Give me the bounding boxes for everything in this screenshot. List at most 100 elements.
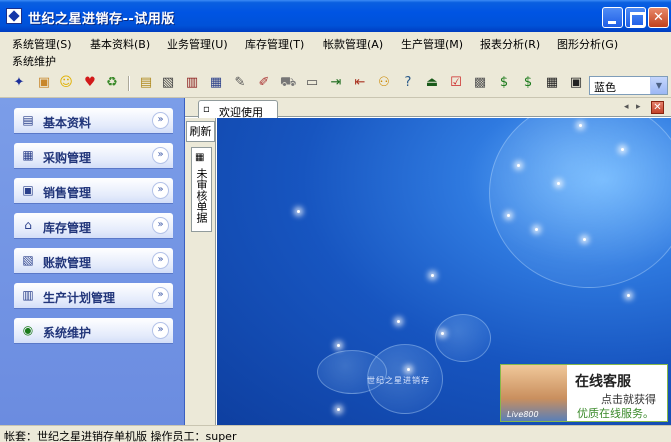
menu-report-analysis[interactable]: 报表分析(R) — [480, 36, 540, 52]
pencil-icon[interactable]: ✐ — [256, 75, 272, 91]
left-nav-panel: ▤ 基本资料 » ▦ 采购管理 » ▣ 销售管理 » ⌂ 库存管理 » ▧ 账款… — [0, 98, 185, 425]
minimize-button[interactable] — [602, 7, 623, 28]
nav-group-accounts[interactable]: ▧ 账款管理 » — [14, 248, 173, 273]
nav-group-production-plan[interactable]: ▥ 生产计划管理 » — [14, 283, 173, 308]
dollar-icon[interactable]: $ — [520, 75, 536, 91]
page-icon: ▫ — [203, 104, 210, 115]
service-brand: Live800 — [507, 410, 539, 419]
sparkle — [407, 368, 410, 371]
chevron-down-icon[interactable]: ▼ — [650, 77, 667, 94]
splash-logo: 世纪之星进销存 — [367, 376, 430, 385]
sparkle — [337, 408, 340, 411]
menu-inventory-management[interactable]: 库存管理(T) — [245, 36, 304, 52]
nav-group-label: 生产计划管理 — [43, 291, 116, 305]
decorative-bubble — [435, 314, 491, 362]
sparkle — [627, 294, 630, 297]
decorative-bubble — [489, 118, 671, 288]
grid-icon[interactable]: ▦ — [544, 75, 560, 91]
expand-icon[interactable]: » — [152, 217, 169, 234]
document-icon[interactable]: ▧ — [160, 75, 176, 91]
nav-group-label: 账款管理 — [43, 256, 92, 270]
menu-production-management[interactable]: 生产管理(M) — [401, 36, 463, 52]
nav-group-label: 库存管理 — [43, 221, 92, 235]
accounts-icon: ▧ — [22, 253, 34, 267]
toolbar: ✦ ▣ ☺ ♥ ♻ ▤ ▧ ▥ ▦ ✎ ✐ ⛟ ▭ ⇥ ⇤ ⚇ ? ⏏ ☑ ▩ … — [0, 68, 671, 98]
purchase-icon: ▦ — [22, 148, 34, 162]
expand-icon[interactable]: » — [152, 287, 169, 304]
menu-basic-data[interactable]: 基本资料(B) — [90, 36, 150, 52]
sparkle — [517, 164, 520, 167]
truck-icon[interactable]: ⛟ — [280, 75, 296, 91]
unreviewed-documents-tab[interactable]: ▦ 未审核单据 — [191, 147, 212, 232]
tab-scroll-left-icon[interactable]: ◂ — [624, 102, 629, 112]
nav-group-label: 销售管理 — [43, 186, 92, 200]
menu-accounts-management[interactable]: 帐款管理(A) — [323, 36, 383, 52]
warehouse-icon: ⌂ — [24, 218, 32, 232]
menu-system-maintenance[interactable]: 系统维护 — [12, 53, 56, 69]
expand-icon[interactable]: » — [152, 322, 169, 339]
expand-icon[interactable]: » — [152, 147, 169, 164]
nav-group-inventory[interactable]: ⌂ 库存管理 » — [14, 213, 173, 238]
service-title: 在线客服 — [575, 374, 631, 390]
notepad-icon[interactable]: ▤ — [138, 75, 154, 91]
nav-group-sales[interactable]: ▣ 销售管理 » — [14, 178, 173, 203]
nav-group-label: 采购管理 — [43, 151, 92, 165]
title-bar[interactable]: 世纪之星进销存--试用版 ✕ — [0, 0, 671, 32]
status-text: 帐套：世纪之星进销存单机版 操作员工：super — [4, 430, 237, 442]
printer-icon[interactable]: ▭ — [304, 75, 320, 91]
calculator-icon[interactable]: ▩ — [472, 75, 488, 91]
sparkle — [297, 210, 300, 213]
exit-icon[interactable]: ⏏ — [424, 75, 440, 91]
refresh-button[interactable]: 刷新 — [186, 121, 215, 142]
expand-icon[interactable]: » — [152, 182, 169, 199]
menu-bar: 系统管理(S) 基本资料(B) 业务管理(U) 库存管理(T) 帐款管理(A) … — [0, 32, 671, 68]
service-agent-photo: Live800 — [501, 365, 567, 421]
expand-icon[interactable]: » — [152, 252, 169, 269]
report-icon[interactable]: ▦ — [208, 75, 224, 91]
close-icon: ✕ — [653, 10, 664, 25]
sales-icon: ▣ — [22, 183, 34, 197]
tab-scroll-right-icon[interactable]: ▸ — [636, 102, 641, 112]
sparkle — [621, 148, 624, 151]
status-bar: 帐套：世纪之星进销存单机版 操作员工：super — [0, 425, 671, 442]
money-bag-icon[interactable]: $ — [496, 75, 512, 91]
menu-business-management[interactable]: 业务管理(U) — [167, 36, 228, 52]
online-service-widget[interactable]: Live800 在线客服 点击就获得 优质在线服务。 — [500, 364, 668, 422]
sparkle — [441, 332, 444, 335]
heart-icon[interactable]: ♥ — [82, 75, 98, 91]
unreviewed-documents-label: 未审核单据 — [195, 168, 208, 223]
maintenance-icon: ◉ — [22, 323, 34, 337]
tab-welcome[interactable]: ▫ 欢迎使用 — [198, 100, 278, 119]
nav-group-system-maintenance[interactable]: ◉ 系统维护 » — [14, 318, 173, 343]
sparkle — [431, 274, 434, 277]
check-icon[interactable]: ☑ — [448, 75, 464, 91]
menu-graph-analysis[interactable]: 图形分析(G) — [557, 36, 618, 52]
close-button[interactable]: ✕ — [648, 7, 669, 28]
nav-group-purchase[interactable]: ▦ 采购管理 » — [14, 143, 173, 168]
sparkle — [583, 238, 586, 241]
sparkle — [337, 344, 340, 347]
eagle-icon[interactable]: ✦ — [11, 75, 27, 91]
nav-group-basic-data[interactable]: ▤ 基本资料 » — [14, 108, 173, 133]
theme-select-value: 蓝色 — [594, 81, 616, 94]
help-icon[interactable]: ? — [400, 75, 416, 91]
edit-icon[interactable]: ✎ — [232, 75, 248, 91]
tab-close-button[interactable]: ✕ — [651, 101, 664, 114]
documents-icon: ▦ — [195, 152, 205, 163]
maximize-button[interactable] — [625, 7, 646, 28]
box-icon[interactable]: ▣ — [36, 75, 52, 91]
app-icon[interactable] — [6, 8, 22, 24]
nav-group-label: 系统维护 — [43, 326, 92, 340]
smiley-icon[interactable]: ☺ — [58, 75, 74, 91]
recycle-icon[interactable]: ♻ — [104, 75, 120, 91]
export-icon[interactable]: ⇤ — [352, 75, 368, 91]
theme-select[interactable]: 蓝色 ▼ — [589, 76, 668, 95]
import-icon[interactable]: ⇥ — [328, 75, 344, 91]
calendar-icon[interactable]: ▣ — [568, 75, 584, 91]
menu-system-management[interactable]: 系统管理(S) — [12, 36, 72, 52]
expand-icon[interactable]: » — [152, 112, 169, 129]
window-title: 世纪之星进销存--试用版 — [28, 12, 175, 27]
toolbar-separator — [128, 76, 130, 91]
chart-icon[interactable]: ▥ — [184, 75, 200, 91]
users-icon[interactable]: ⚇ — [376, 75, 392, 91]
